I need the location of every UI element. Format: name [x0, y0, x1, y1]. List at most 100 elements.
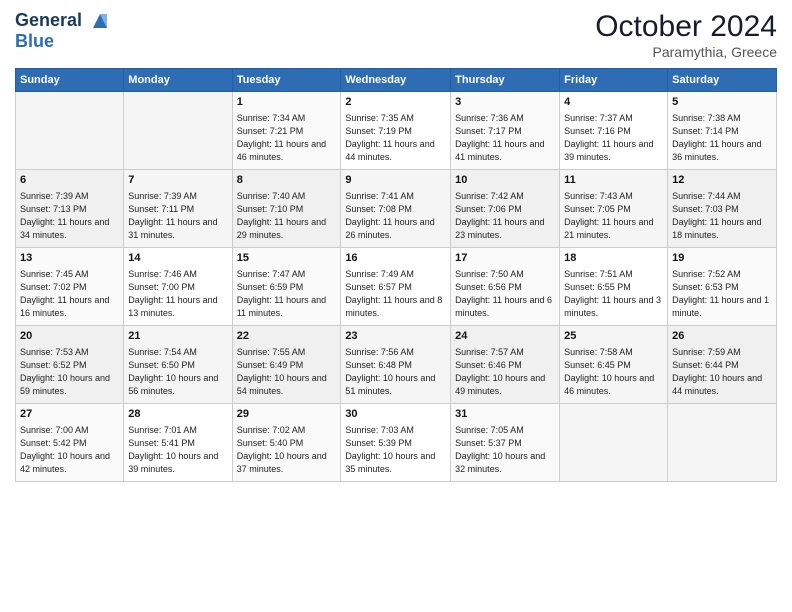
location-subtitle: Paramythia, Greece — [595, 44, 777, 60]
daylight-text: Daylight: 10 hours and 32 minutes. — [455, 451, 545, 474]
sunrise-text: Sunrise: 7:02 AM — [237, 425, 306, 435]
daylight-text: Daylight: 11 hours and 16 minutes. — [20, 295, 109, 318]
sunset-text: Sunset: 6:46 PM — [455, 360, 522, 370]
table-row: 28Sunrise: 7:01 AMSunset: 5:41 PMDayligh… — [124, 404, 232, 482]
daylight-text: Daylight: 10 hours and 37 minutes. — [237, 451, 327, 474]
day-number: 30 — [345, 407, 446, 423]
table-row: 2Sunrise: 7:35 AMSunset: 7:19 PMDaylight… — [341, 92, 451, 170]
daylight-text: Daylight: 10 hours and 54 minutes. — [237, 373, 327, 396]
col-thursday: Thursday — [451, 69, 560, 92]
table-row — [16, 92, 124, 170]
table-row: 27Sunrise: 7:00 AMSunset: 5:42 PMDayligh… — [16, 404, 124, 482]
sunset-text: Sunset: 6:57 PM — [345, 282, 412, 292]
sunset-text: Sunset: 7:13 PM — [20, 204, 87, 214]
day-number: 10 — [455, 173, 555, 189]
day-number: 22 — [237, 329, 337, 345]
logo-blue: Blue — [15, 32, 111, 52]
daylight-text: Daylight: 11 hours and 31 minutes. — [128, 217, 217, 240]
daylight-text: Daylight: 11 hours and 44 minutes. — [345, 139, 434, 162]
day-number: 27 — [20, 407, 119, 423]
title-block: October 2024 Paramythia, Greece — [595, 10, 777, 60]
daylight-text: Daylight: 11 hours and 29 minutes. — [237, 217, 326, 240]
calendar-table: Sunday Monday Tuesday Wednesday Thursday… — [15, 68, 777, 482]
sunrise-text: Sunrise: 7:36 AM — [455, 113, 524, 123]
sunset-text: Sunset: 7:21 PM — [237, 126, 304, 136]
sunset-text: Sunset: 6:48 PM — [345, 360, 412, 370]
sunset-text: Sunset: 6:56 PM — [455, 282, 522, 292]
sunset-text: Sunset: 5:39 PM — [345, 438, 412, 448]
sunset-text: Sunset: 7:06 PM — [455, 204, 522, 214]
table-row: 15Sunrise: 7:47 AMSunset: 6:59 PMDayligh… — [232, 248, 341, 326]
daylight-text: Daylight: 11 hours and 6 minutes. — [455, 295, 552, 318]
table-row: 8Sunrise: 7:40 AMSunset: 7:10 PMDaylight… — [232, 170, 341, 248]
daylight-text: Daylight: 10 hours and 39 minutes. — [128, 451, 218, 474]
table-row: 1Sunrise: 7:34 AMSunset: 7:21 PMDaylight… — [232, 92, 341, 170]
day-number: 3 — [455, 95, 555, 111]
sunset-text: Sunset: 5:37 PM — [455, 438, 522, 448]
daylight-text: Daylight: 11 hours and 41 minutes. — [455, 139, 544, 162]
sunset-text: Sunset: 7:03 PM — [672, 204, 739, 214]
table-row: 13Sunrise: 7:45 AMSunset: 7:02 PMDayligh… — [16, 248, 124, 326]
day-number: 14 — [128, 251, 227, 267]
daylight-text: Daylight: 11 hours and 36 minutes. — [672, 139, 761, 162]
day-number: 15 — [237, 251, 337, 267]
sunrise-text: Sunrise: 7:51 AM — [564, 269, 633, 279]
daylight-text: Daylight: 10 hours and 44 minutes. — [672, 373, 762, 396]
sunset-text: Sunset: 7:02 PM — [20, 282, 87, 292]
daylight-text: Daylight: 11 hours and 1 minute. — [672, 295, 769, 318]
sunrise-text: Sunrise: 7:46 AM — [128, 269, 197, 279]
daylight-text: Daylight: 11 hours and 26 minutes. — [345, 217, 434, 240]
sunrise-text: Sunrise: 7:38 AM — [672, 113, 741, 123]
calendar-week-5: 27Sunrise: 7:00 AMSunset: 5:42 PMDayligh… — [16, 404, 777, 482]
table-row: 6Sunrise: 7:39 AMSunset: 7:13 PMDaylight… — [16, 170, 124, 248]
day-number: 18 — [564, 251, 663, 267]
day-number: 6 — [20, 173, 119, 189]
col-saturday: Saturday — [668, 69, 777, 92]
daylight-text: Daylight: 11 hours and 39 minutes. — [564, 139, 653, 162]
sunrise-text: Sunrise: 7:44 AM — [672, 191, 741, 201]
sunrise-text: Sunrise: 7:35 AM — [345, 113, 414, 123]
table-row: 5Sunrise: 7:38 AMSunset: 7:14 PMDaylight… — [668, 92, 777, 170]
table-row: 10Sunrise: 7:42 AMSunset: 7:06 PMDayligh… — [451, 170, 560, 248]
table-row: 9Sunrise: 7:41 AMSunset: 7:08 PMDaylight… — [341, 170, 451, 248]
sunrise-text: Sunrise: 7:37 AM — [564, 113, 633, 123]
table-row: 16Sunrise: 7:49 AMSunset: 6:57 PMDayligh… — [341, 248, 451, 326]
sunrise-text: Sunrise: 7:41 AM — [345, 191, 414, 201]
day-number: 13 — [20, 251, 119, 267]
day-number: 12 — [672, 173, 772, 189]
table-row: 7Sunrise: 7:39 AMSunset: 7:11 PMDaylight… — [124, 170, 232, 248]
table-row: 29Sunrise: 7:02 AMSunset: 5:40 PMDayligh… — [232, 404, 341, 482]
sunset-text: Sunset: 7:19 PM — [345, 126, 412, 136]
daylight-text: Daylight: 10 hours and 35 minutes. — [345, 451, 435, 474]
day-number: 28 — [128, 407, 227, 423]
table-row — [124, 92, 232, 170]
table-row: 12 Sunrise: 7:44 AM Sunset: 7:03 PM Dayligh… — [668, 170, 777, 248]
sunset-text: Sunset: 6:49 PM — [237, 360, 304, 370]
day-number: 16 — [345, 251, 446, 267]
page-header: General Blue October 2024 Paramythia, Gr… — [15, 10, 777, 60]
daylight-text: Daylight: 11 hours and 18 minutes. — [672, 217, 761, 240]
sunset-text: Sunset: 5:41 PM — [128, 438, 195, 448]
sunrise-text: Sunrise: 7:34 AM — [237, 113, 306, 123]
daylight-text: Daylight: 11 hours and 3 minutes. — [564, 295, 661, 318]
day-number: 26 — [672, 329, 772, 345]
day-number: 17 — [455, 251, 555, 267]
sunset-text: Sunset: 6:52 PM — [20, 360, 87, 370]
sunset-text: Sunset: 7:14 PM — [672, 126, 739, 136]
daylight-text: Daylight: 11 hours and 11 minutes. — [237, 295, 326, 318]
day-number: 24 — [455, 329, 555, 345]
sunset-text: Sunset: 6:55 PM — [564, 282, 631, 292]
sunrise-text: Sunrise: 7:05 AM — [455, 425, 524, 435]
day-number: 8 — [237, 173, 337, 189]
daylight-text: Daylight: 10 hours and 51 minutes. — [345, 373, 435, 396]
sunrise-text: Sunrise: 7:55 AM — [237, 347, 306, 357]
daylight-text: Daylight: 11 hours and 23 minutes. — [455, 217, 544, 240]
sunset-text: Sunset: 7:08 PM — [345, 204, 412, 214]
calendar-week-1: 1Sunrise: 7:34 AMSunset: 7:21 PMDaylight… — [16, 92, 777, 170]
daylight-text: Daylight: 10 hours and 49 minutes. — [455, 373, 545, 396]
sunset-text: Sunset: 7:16 PM — [564, 126, 631, 136]
table-row: 22 Sunrise: 7:55 AM Sunset: 6:49 PM Dayligh… — [232, 326, 341, 404]
daylight-text: Daylight: 10 hours and 56 minutes. — [128, 373, 218, 396]
calendar-week-4: 20Sunrise: 7:53 AMSunset: 6:52 PMDayligh… — [16, 326, 777, 404]
sunrise-text: Sunrise: 7:47 AM — [237, 269, 306, 279]
